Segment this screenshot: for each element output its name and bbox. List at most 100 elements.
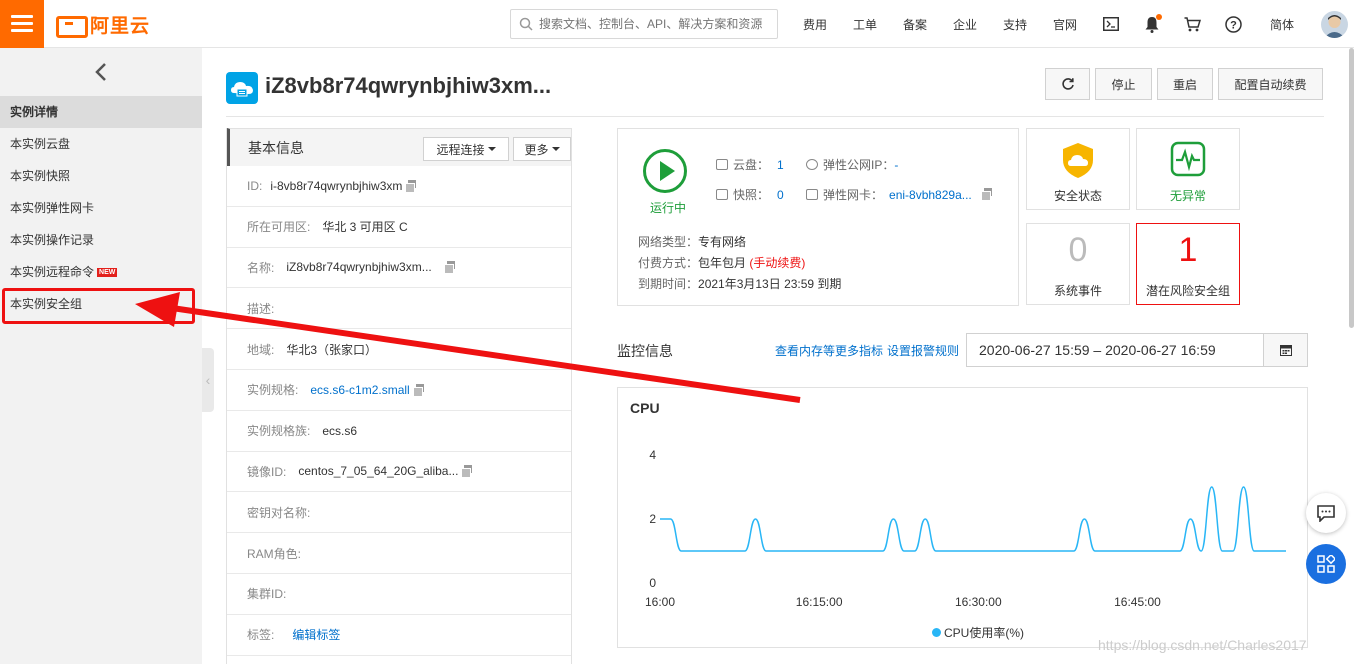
date-range-picker[interactable]: 2020-06-27 15:59 – 2020-06-27 16:59 — [966, 333, 1308, 367]
security-status-tile[interactable]: 安全状态 — [1026, 128, 1130, 210]
cpu-chart-card: CPU 0 2 4 16:00 16:15:00 16:30:00 16:45:00 CPU… — [617, 387, 1308, 648]
chat-button[interactable] — [1306, 493, 1346, 533]
eni-icon — [806, 189, 818, 200]
snapshot-icon — [716, 189, 728, 200]
search-input[interactable] — [539, 17, 769, 31]
info-key: 所在可用区: — [247, 220, 311, 235]
bell-icon[interactable] — [1131, 0, 1172, 48]
running-status-icon — [643, 149, 687, 193]
basic-info-title: 基本信息 — [248, 139, 304, 156]
sidebar-item-snapshots[interactable]: 本实例快照 — [0, 160, 202, 192]
search-box[interactable] — [510, 9, 778, 39]
disk-count-link[interactable]: 1 — [777, 158, 784, 172]
info-row-tags: 标签: 编辑标签 — [227, 615, 571, 656]
basic-info-header: 基本信息 远程连接 更多 — [227, 128, 571, 166]
legend-label: CPU使用率(%) — [944, 626, 1024, 640]
more-dropdown[interactable]: 更多 — [513, 137, 571, 161]
network-type: 网络类型：专有网络 — [638, 233, 746, 250]
billing-value: 包年包月 — [698, 256, 747, 270]
info-row-zone: 所在可用区: 华北 3 可用区 C — [227, 207, 571, 248]
eni-link[interactable]: eni-8vbh829a... — [889, 188, 972, 202]
alarm-rules-link[interactable]: 设置报警规则 — [887, 342, 959, 359]
nav-support[interactable]: 支持 — [990, 16, 1040, 33]
terminal-icon[interactable] — [1090, 0, 1131, 48]
copy-icon[interactable] — [980, 188, 993, 201]
info-key: 集群ID: — [247, 587, 287, 602]
sidebar-item-eni[interactable]: 本实例弹性网卡 — [0, 192, 202, 224]
nav-fees[interactable]: 费用 — [790, 16, 840, 33]
nav-official-site[interactable]: 官网 — [1040, 16, 1090, 33]
notification-dot — [1156, 14, 1162, 20]
series-line-cpu — [660, 486, 1286, 552]
header-divider — [226, 116, 1324, 117]
snapshot-count: 快照： 0 — [716, 186, 784, 203]
restart-button[interactable]: 重启 — [1157, 68, 1213, 100]
sidebar-item-disks[interactable]: 本实例云盘 — [0, 128, 202, 160]
sidebar: 实例详情 本实例云盘 本实例快照 本实例弹性网卡 本实例操作记录 本实例远程命令… — [0, 48, 202, 664]
status-card: 运行中 云盘： 1 快照： 0 弹性公网IP：- 弹性网卡： eni-8vbh829a… — [617, 128, 1019, 306]
system-events-tile[interactable]: 0 系统事件 — [1026, 223, 1130, 305]
chart-legend[interactable]: CPU使用率(%) — [932, 624, 1024, 641]
remote-connect-dropdown[interactable]: 远程连接 — [423, 137, 509, 161]
language-switch[interactable]: 简体 — [1254, 16, 1310, 33]
eni-info: 弹性网卡： eni-8vbh829a... — [806, 186, 993, 203]
network-type-value: 专有网络 — [698, 235, 747, 249]
svg-text:?: ? — [1230, 19, 1237, 31]
info-row-description: 描述: — [227, 288, 571, 330]
no-anomaly-tile[interactable]: 无异常 — [1136, 128, 1240, 210]
info-key: 标签: — [247, 628, 275, 643]
nav-icp[interactable]: 备案 — [890, 16, 940, 33]
running-status-label: 运行中 — [650, 201, 687, 215]
page-title: iZ8vb8r74qwrynbjhiw3xm... — [265, 73, 552, 98]
heartbeat-icon — [1170, 141, 1206, 177]
auto-renew-button[interactable]: 配置自动续费 — [1218, 68, 1323, 100]
basic-info-panel: 基本信息 远程连接 更多 ID: i-8vb8r74qwrynbjhiw3xm 所… — [226, 128, 572, 664]
info-row-id: ID: i-8vb8r74qwrynbjhiw3xm — [227, 166, 571, 207]
sidebar-item-instance-details[interactable]: 实例详情 — [0, 96, 202, 128]
user-avatar[interactable] — [1321, 11, 1348, 38]
apps-button[interactable] — [1306, 544, 1346, 584]
chevron-left-icon — [95, 63, 106, 81]
instance-id-value: i-8vb8r74qwrynbjhiw3xm — [270, 178, 403, 193]
copy-icon[interactable] — [461, 465, 473, 479]
disk-icon — [716, 159, 728, 170]
billing-label: 付费方式： — [638, 256, 699, 270]
search-icon — [519, 17, 533, 31]
stop-button[interactable]: 停止 — [1095, 68, 1152, 100]
snapshot-count-link[interactable]: 0 — [777, 188, 784, 202]
cart-icon[interactable] — [1172, 0, 1213, 48]
eip-value[interactable]: - — [894, 158, 898, 172]
sidebar-item-remote-commands[interactable]: 本实例远程命令 NEW — [0, 256, 202, 288]
copy-icon[interactable] — [405, 179, 417, 193]
menu-icon[interactable] — [0, 0, 44, 48]
nav-tickets[interactable]: 工单 — [840, 16, 890, 33]
copy-icon[interactable] — [443, 261, 456, 275]
x-tick-label: 16:15:00 — [796, 595, 843, 609]
monitor-title: 监控信息 — [617, 343, 673, 359]
info-key: 名称: — [247, 260, 275, 275]
page-scrollbar[interactable] — [1349, 48, 1354, 328]
info-row-image: 镜像ID: centos_7_05_64_20G_aliba... — [227, 452, 571, 493]
remote-connect-label: 远程连接 — [436, 142, 485, 157]
sidebar-item-operation-logs[interactable]: 本实例操作记录 — [0, 224, 202, 256]
risk-security-group-tile[interactable]: 1 潜在风险安全组 — [1136, 223, 1240, 305]
instance-type-link[interactable]: ecs.s6-c1m2.small — [310, 383, 409, 397]
aliyun-logo[interactable]: 阿里云 — [56, 12, 151, 38]
calendar-icon[interactable] — [1263, 334, 1307, 366]
copy-icon[interactable] — [412, 383, 425, 397]
brand-name: 阿里云 — [90, 15, 151, 37]
edit-tags-link[interactable]: 编辑标签 — [292, 626, 340, 643]
info-row-region: 地域: 华北3（张家口） — [227, 329, 571, 370]
refresh-button[interactable] — [1045, 68, 1090, 100]
info-row-spec: 实例规格: ecs.s6-c1m2.small — [227, 370, 571, 411]
more-metrics-link[interactable]: 查看内存等更多指标 — [775, 342, 883, 359]
y-tick-label: 2 — [649, 512, 656, 526]
back-button[interactable] — [0, 48, 202, 96]
nav-enterprise[interactable]: 企业 — [940, 16, 990, 33]
help-icon[interactable]: ? — [1213, 0, 1254, 48]
sidebar-item-label: 本实例远程命令 — [10, 265, 95, 279]
sidebar-collapse-handle[interactable]: ‹ — [202, 348, 214, 412]
new-badge: NEW — [97, 268, 118, 277]
instance-cloud-icon — [226, 72, 258, 104]
eni-label: 弹性网卡： — [823, 188, 884, 202]
